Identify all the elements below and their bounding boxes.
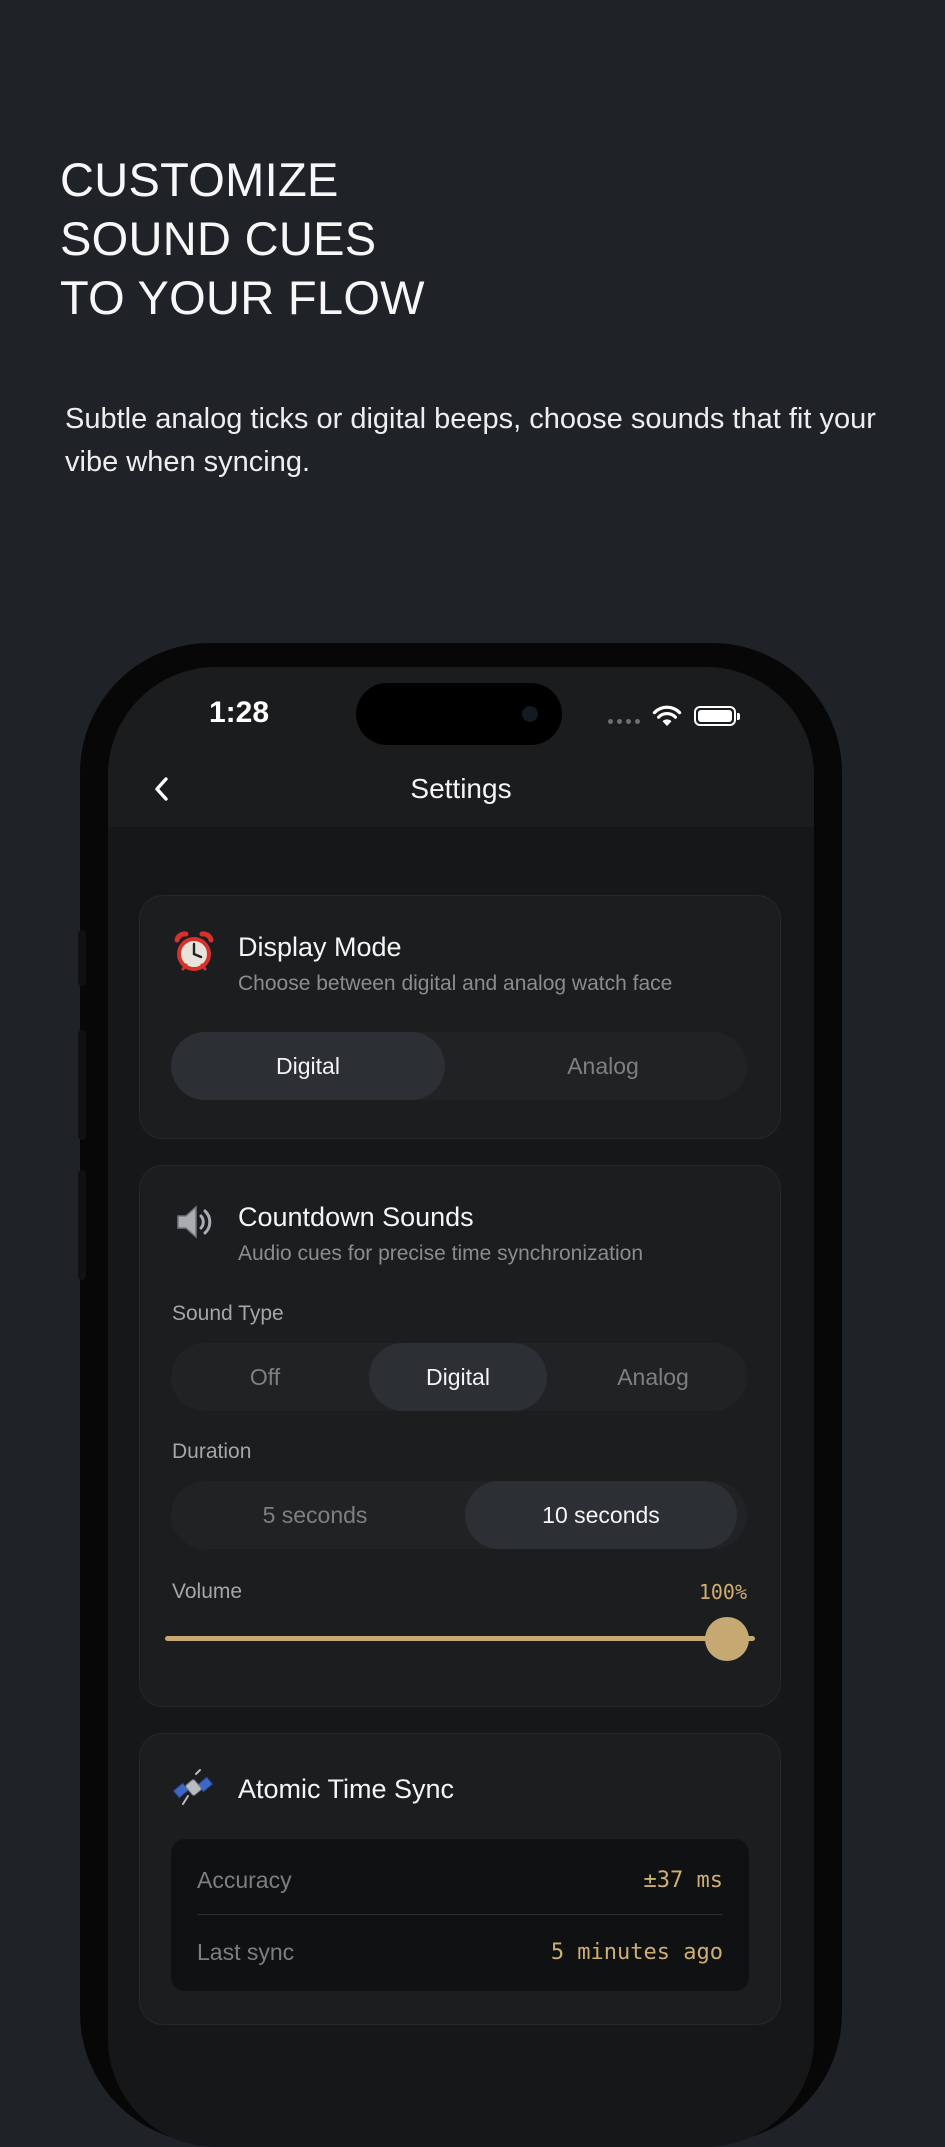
- sound-type-segmented-control: Off Digital Analog: [171, 1343, 747, 1411]
- page-title: Settings: [410, 773, 512, 804]
- atomic-time-sync-title: Atomic Time Sync: [238, 1774, 455, 1804]
- volume-slider-thumb[interactable]: [705, 1617, 749, 1661]
- satellite-icon: [172, 1769, 214, 1805]
- hero-title-line-2: SOUND CUES: [60, 212, 377, 265]
- phone-volume-up-button: [78, 1030, 86, 1140]
- display-mode-title: Display Mode: [238, 932, 402, 962]
- sound-type-option-analog[interactable]: Analog: [559, 1343, 747, 1411]
- countdown-sounds-card: Countdown Sounds Audio cues for precise …: [139, 1165, 781, 1707]
- status-time: 1:28: [209, 696, 270, 729]
- wifi-icon: [652, 705, 682, 726]
- sound-type-option-off[interactable]: Off: [171, 1343, 359, 1411]
- sound-type-option-digital[interactable]: Digital: [369, 1343, 547, 1411]
- sync-info-panel: Accuracy ±37 ms Last sync 5 minutes ago: [171, 1839, 749, 1991]
- last-sync-row: Last sync 5 minutes ago: [197, 1927, 723, 1977]
- front-camera: [522, 706, 538, 722]
- hero-title: CUSTOMIZE SOUND CUES TO YOUR FLOW: [60, 150, 820, 327]
- phone-action-button: [78, 930, 86, 986]
- accuracy-row: Accuracy ±37 ms: [197, 1855, 723, 1905]
- last-sync-value: 5 minutes ago: [550, 1939, 723, 1965]
- signal-dots-icon: [608, 718, 640, 724]
- display-mode-option-analog[interactable]: Analog: [459, 1032, 747, 1100]
- alarm-clock-icon: [174, 931, 214, 971]
- battery-icon: [694, 706, 740, 726]
- hero-title-line-3: TO YOUR FLOW: [60, 271, 425, 324]
- countdown-sounds-title: Countdown Sounds: [238, 1202, 474, 1232]
- volume-slider-track[interactable]: [165, 1636, 755, 1641]
- duration-segmented-control: 5 seconds 10 seconds: [171, 1481, 747, 1549]
- phone-volume-down-button: [78, 1170, 86, 1280]
- duration-label: Duration: [172, 1440, 252, 1463]
- display-mode-option-digital[interactable]: Digital: [171, 1032, 445, 1100]
- sound-type-label: Sound Type: [172, 1302, 284, 1325]
- display-mode-segmented-control: Digital Analog: [171, 1032, 747, 1100]
- volume-value: 100%: [698, 1580, 747, 1604]
- hero-title-line-1: CUSTOMIZE: [60, 153, 339, 206]
- phone-screen: 1:28 Settings Display Mode Choose betwee…: [108, 667, 814, 2147]
- hero-subtitle: Subtle analog ticks or digital beeps, ch…: [65, 403, 876, 478]
- accuracy-label: Accuracy: [197, 1866, 292, 1893]
- speaker-icon: [177, 1205, 212, 1239]
- duration-option-5-seconds[interactable]: 5 seconds: [171, 1481, 459, 1549]
- atomic-time-sync-card: Atomic Time Sync Accuracy ±37 ms Last sy…: [139, 1733, 781, 2025]
- countdown-sounds-description: Audio cues for precise time synchronizat…: [238, 1242, 644, 1265]
- last-sync-label: Last sync: [197, 1938, 295, 1965]
- volume-label: Volume: [172, 1580, 243, 1603]
- duration-option-10-seconds[interactable]: 10 seconds: [465, 1481, 737, 1549]
- top-bar: 1:28 Settings: [108, 667, 814, 827]
- display-mode-card: Display Mode Choose between digital and …: [139, 895, 781, 1139]
- status-icons: [608, 701, 740, 731]
- display-mode-description: Choose between digital and analog watch …: [238, 972, 673, 995]
- dynamic-island: [356, 683, 562, 745]
- battery-fill: [698, 710, 732, 722]
- sync-divider: [197, 1914, 723, 1915]
- accuracy-value: ±37 ms: [643, 1867, 723, 1893]
